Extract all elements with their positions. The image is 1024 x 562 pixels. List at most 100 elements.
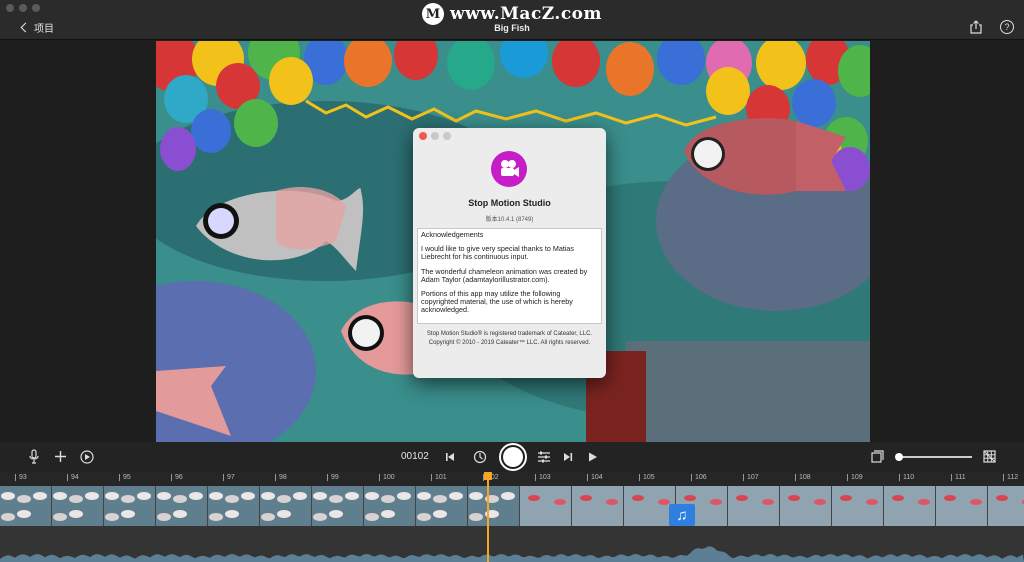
frame-thumbnail <box>468 486 519 526</box>
filmstrip-frame[interactable] <box>572 486 624 526</box>
ruler-tick <box>1003 474 1004 481</box>
copyright-text: Copyright © 2010 - 2019 Cateater™ LLC. A… <box>428 340 591 346</box>
watermark: M www.MacZ.com <box>422 3 602 25</box>
skip-back-icon[interactable] <box>445 452 455 462</box>
adjust-icon[interactable] <box>537 450 551 464</box>
music-note-icon[interactable]: ♫ <box>669 504 695 526</box>
dialog-minimize-button <box>431 132 439 140</box>
waveform-shape <box>0 546 1024 562</box>
play-icon[interactable] <box>588 452 598 462</box>
ruler-tick-label: 110 <box>903 474 915 481</box>
zoom-slider-knob[interactable] <box>895 453 903 461</box>
zoom-slider[interactable] <box>899 456 972 458</box>
onion-skin-icon[interactable] <box>473 450 487 464</box>
ruler-tick-label: 93 <box>19 474 27 481</box>
filmstrip-frame[interactable] <box>104 486 156 526</box>
dialog-window-controls <box>419 132 451 140</box>
close-window-button[interactable] <box>6 4 14 12</box>
ruler-tick <box>275 474 276 481</box>
microphone-icon[interactable] <box>29 449 39 465</box>
filmstrip-frame[interactable] <box>780 486 832 526</box>
ruler-tick-label: 100 <box>383 474 395 481</box>
frame-thumbnail <box>832 486 883 526</box>
plus-icon[interactable] <box>55 451 66 462</box>
ruler-tick <box>223 474 224 481</box>
filmstrip-frame[interactable] <box>0 486 52 526</box>
ruler-tick <box>899 474 900 481</box>
ruler-tick <box>951 474 952 481</box>
ruler-tick <box>119 474 120 481</box>
ruler-tick-label: 107 <box>747 474 759 481</box>
ruler-tick <box>327 474 328 481</box>
zoom-window-button[interactable] <box>32 4 40 12</box>
capture-button[interactable] <box>499 443 527 471</box>
ruler-tick <box>743 474 744 481</box>
grid-icon[interactable] <box>983 450 996 463</box>
ruler-tick-label: 109 <box>851 474 863 481</box>
filmstrip-frame[interactable] <box>208 486 260 526</box>
frame-thumbnail <box>156 486 207 526</box>
frame-thumbnail <box>572 486 623 526</box>
dialog-zoom-button <box>443 132 451 140</box>
ruler-tick-label: 101 <box>435 474 447 481</box>
frame-thumbnail <box>260 486 311 526</box>
legal-notice: Stop Motion Studio® is registered tradem… <box>419 330 600 348</box>
title-bar: 项目 M www.MacZ.com Big Fish ? <box>0 0 1024 40</box>
filmstrip-frame[interactable] <box>364 486 416 526</box>
document-title: Big Fish <box>494 23 530 33</box>
dialog-close-button[interactable] <box>419 132 427 140</box>
ruler-tick <box>847 474 848 481</box>
playhead[interactable] <box>487 474 489 562</box>
ruler-tick-label: 96 <box>175 474 183 481</box>
filmstrip-frame[interactable] <box>156 486 208 526</box>
share-icon[interactable] <box>970 20 982 34</box>
skip-forward-icon[interactable] <box>563 452 573 462</box>
audio-waveform <box>0 546 1024 562</box>
filmstrip-frame[interactable] <box>884 486 936 526</box>
frame-thumbnail <box>416 486 467 526</box>
camera-icon <box>501 160 519 177</box>
filmstrip-frame[interactable] <box>936 486 988 526</box>
app-icon <box>491 151 527 187</box>
filmstrip[interactable] <box>0 486 1024 526</box>
filmstrip-frame[interactable] <box>520 486 572 526</box>
frame-counter: 00102 <box>401 451 429 462</box>
filmstrip-frame[interactable] <box>416 486 468 526</box>
filmstrip-frame[interactable] <box>52 486 104 526</box>
timeline-ruler[interactable]: 93 94 95 96 97 98 99 100 101 102 103 104 105 106 107 10… <box>0 472 1024 486</box>
frame-view-icon[interactable] <box>871 450 884 463</box>
watermark-logo: M <box>422 3 444 25</box>
ruler-tick <box>795 474 796 481</box>
frame-thumbnail <box>364 486 415 526</box>
ruler-tick-label: 98 <box>279 474 287 481</box>
ruler-tick-label: 97 <box>227 474 235 481</box>
help-icon[interactable]: ? <box>1000 20 1014 34</box>
filmstrip-frame[interactable] <box>312 486 364 526</box>
app-version: 版本10.4.1 (8749) <box>485 217 534 223</box>
filmstrip-frame[interactable] <box>832 486 884 526</box>
frame-thumbnail <box>728 486 779 526</box>
acknowledgements-textbox[interactable]: Acknowledgements I would like to give ve… <box>417 228 602 324</box>
filmstrip-frame[interactable] <box>468 486 520 526</box>
ruler-tick <box>15 474 16 481</box>
effects-icon[interactable] <box>80 450 94 464</box>
acknowledgements-heading: Acknowledgements <box>421 230 484 239</box>
ruler-tick <box>431 474 432 481</box>
ruler-tick <box>171 474 172 481</box>
minimize-window-button[interactable] <box>19 4 27 12</box>
app-name: Stop Motion Studio <box>468 198 551 208</box>
frame-thumbnail <box>312 486 363 526</box>
playhead-handle[interactable] <box>484 472 492 480</box>
ruler-tick-label: 108 <box>799 474 811 481</box>
ruler-tick <box>587 474 588 481</box>
acknowledgement-paragraph: I would like to give very special thanks… <box>421 244 575 262</box>
trademark-text: Stop Motion Studio® is registered tradem… <box>426 331 593 337</box>
filmstrip-frame[interactable] <box>728 486 780 526</box>
filmstrip-frame[interactable] <box>260 486 312 526</box>
filmstrip-frame[interactable] <box>988 486 1024 526</box>
frame-thumbnail <box>884 486 935 526</box>
frame-thumbnail <box>936 486 987 526</box>
frame-thumbnail <box>520 486 571 526</box>
audio-track[interactable] <box>0 526 1024 562</box>
acknowledgement-paragraph: Portions of this app may utilize the fol… <box>421 289 573 315</box>
